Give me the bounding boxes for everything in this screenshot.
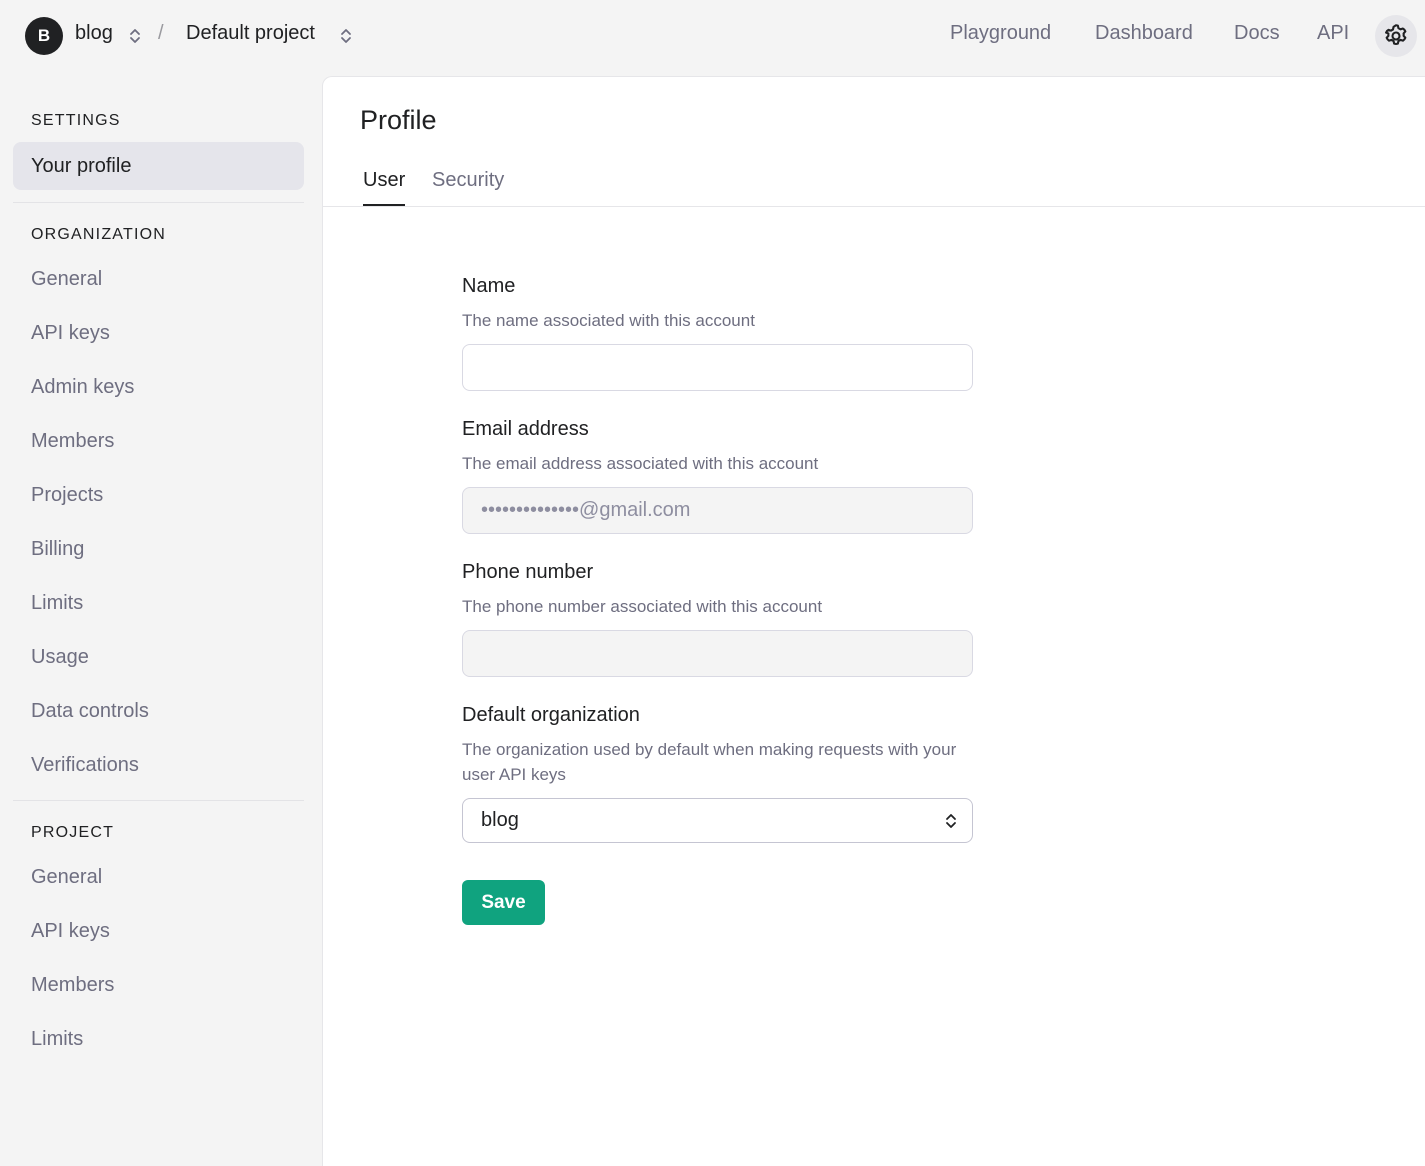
sidebar-item-org-api-keys[interactable]: API keys: [13, 309, 304, 357]
tab-user[interactable]: User: [363, 169, 406, 206]
sidebar-item-org-general[interactable]: General: [13, 255, 304, 303]
save-button[interactable]: Save: [462, 880, 545, 925]
tabs-divider: [323, 206, 1425, 207]
project-switcher[interactable]: Default project: [186, 22, 315, 45]
nav-dashboard[interactable]: Dashboard: [1095, 22, 1193, 45]
sidebar-divider: [13, 800, 304, 801]
email-label: Email address: [462, 418, 589, 440]
email-field: [462, 487, 973, 534]
phone-help: The phone number associated with this ac…: [462, 597, 823, 616]
sidebar-item-label: Members: [31, 429, 115, 452]
sidebar-item-label: Usage: [31, 645, 89, 668]
sidebar-item-org-members[interactable]: Members: [13, 417, 304, 465]
org-switcher[interactable]: blog: [75, 22, 113, 45]
sidebar-item-your-profile[interactable]: Your profile: [13, 142, 304, 190]
settings-sidebar: SETTINGS Your profile ORGANIZATION Gener…: [0, 76, 322, 1166]
nav-playground[interactable]: Playground: [950, 22, 1051, 45]
sidebar-item-project-general[interactable]: General: [13, 853, 304, 901]
sidebar-item-usage[interactable]: Usage: [13, 633, 304, 681]
top-bar: B blog / Default project Playground Dash…: [0, 0, 1425, 72]
sidebar-item-label: Data controls: [31, 699, 149, 722]
sidebar-item-org-limits[interactable]: Limits: [13, 579, 304, 627]
sidebar-item-billing[interactable]: Billing: [13, 525, 304, 573]
sidebar-item-label: Your profile: [31, 154, 132, 177]
profile-panel: Profile User Security Name The name asso…: [322, 76, 1425, 1166]
sidebar-heading-organization: ORGANIZATION: [31, 226, 166, 243]
name-field[interactable]: [462, 344, 973, 391]
org-avatar[interactable]: B: [25, 17, 63, 55]
phone-field: [462, 630, 973, 677]
breadcrumb-separator: /: [158, 22, 164, 44]
sidebar-heading-settings: SETTINGS: [31, 112, 121, 129]
email-help: The email address associated with this a…: [462, 454, 819, 473]
default-org-help: The organization used by default when ma…: [462, 740, 957, 784]
default-org-label: Default organization: [462, 704, 640, 726]
tab-security[interactable]: Security: [432, 169, 504, 204]
sidebar-item-project-members[interactable]: Members: [13, 961, 304, 1009]
sidebar-item-label: Limits: [31, 591, 84, 614]
sidebar-item-label: Members: [31, 973, 115, 996]
gear-icon: [1385, 24, 1407, 45]
sidebar-item-project-limits[interactable]: Limits: [13, 1015, 304, 1063]
sidebar-item-projects[interactable]: Projects: [13, 471, 304, 519]
sidebar-item-label: API keys: [31, 321, 110, 344]
sidebar-divider: [13, 202, 304, 203]
sidebar-item-project-api-keys[interactable]: API keys: [13, 907, 304, 955]
default-org-value: blog: [481, 809, 519, 831]
name-help: The name associated with this account: [462, 311, 755, 330]
name-label: Name: [462, 275, 516, 297]
sidebar-item-label: Verifications: [31, 753, 139, 776]
sidebar-item-admin-keys[interactable]: Admin keys: [13, 363, 304, 411]
sidebar-item-label: API keys: [31, 919, 110, 942]
sidebar-item-label: Billing: [31, 537, 85, 560]
nav-docs[interactable]: Docs: [1234, 22, 1280, 45]
sidebar-item-label: General: [31, 267, 103, 290]
nav-api[interactable]: API: [1317, 22, 1349, 45]
sidebar-item-label: General: [31, 865, 103, 888]
sidebar-heading-project: PROJECT: [31, 824, 115, 841]
sidebar-item-verifications[interactable]: Verifications: [13, 741, 304, 789]
chevron-updown-icon: [946, 814, 956, 828]
page-title: Profile: [360, 105, 437, 135]
chevron-updown-icon[interactable]: [128, 26, 142, 46]
sidebar-item-label: Limits: [31, 1027, 84, 1050]
phone-label: Phone number: [462, 561, 594, 583]
sidebar-item-data-controls[interactable]: Data controls: [13, 687, 304, 735]
sidebar-item-label: Admin keys: [31, 375, 135, 398]
default-org-select[interactable]: blog: [462, 798, 973, 843]
sidebar-item-label: Projects: [31, 483, 104, 506]
settings-button[interactable]: [1375, 15, 1417, 57]
chevron-updown-icon[interactable]: [339, 26, 353, 46]
